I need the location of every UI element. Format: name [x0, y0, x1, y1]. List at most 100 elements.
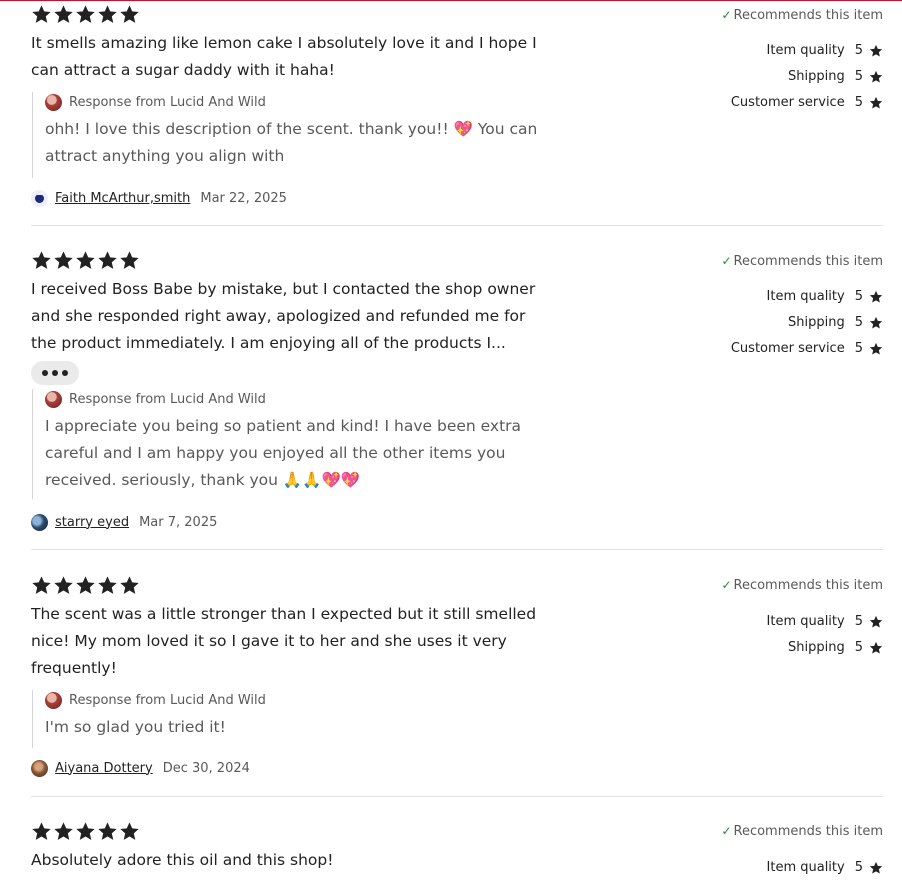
avatar — [31, 513, 48, 531]
divider — [31, 225, 883, 226]
rating-label: Customer service — [730, 95, 845, 110]
rating-value: 5 — [854, 69, 863, 84]
response-header: Response from Lucid And Wild — [45, 92, 552, 112]
rating-item-quality: Item quality 5 — [767, 859, 883, 877]
recommends-badge: ✓ Recommends this item — [721, 253, 883, 270]
divider — [31, 549, 883, 550]
response-label: Response from Lucid And Wild — [69, 391, 266, 407]
star-rating — [31, 575, 140, 597]
top-accent-line — [0, 0, 902, 1]
reviewer-info: starry eyed Mar 7, 2025 — [31, 513, 217, 531]
rating-label: Item quality — [766, 289, 845, 304]
star-icon — [98, 5, 117, 23]
rating-label: Shipping — [788, 69, 845, 84]
star-icon — [869, 44, 883, 57]
rating-value: 5 — [854, 95, 863, 110]
star-rating — [31, 4, 140, 26]
avatar — [31, 189, 48, 207]
rating-value: 5 — [854, 289, 863, 304]
star-icon — [32, 251, 51, 269]
star-icon — [54, 5, 73, 23]
star-icon — [76, 576, 95, 594]
review-text: I received Boss Babe by mistake, but I c… — [31, 280, 536, 352]
review-date: Mar 22, 2025 — [200, 190, 287, 206]
more-button[interactable] — [31, 361, 79, 385]
rating-label: Customer service — [730, 341, 845, 356]
star-icon — [869, 70, 883, 83]
rating-label: Item quality — [766, 860, 845, 875]
rating-label: Item quality — [766, 614, 845, 629]
response-label: Response from Lucid And Wild — [69, 94, 266, 110]
shop-avatar — [45, 93, 62, 111]
rating-value: 5 — [854, 640, 863, 655]
reviewer-name-link[interactable]: Aiyana Dottery — [55, 761, 153, 776]
rating-label: Item quality — [766, 43, 845, 58]
star-icon — [32, 576, 51, 594]
response-text: ohh! I love this description of the scen… — [45, 120, 538, 165]
star-icon — [98, 576, 117, 594]
shop-response: Response from Lucid And Wild I appreciat… — [32, 389, 552, 499]
rating-value: 5 — [854, 43, 863, 58]
star-icon — [54, 576, 73, 594]
review-date: Mar 7, 2025 — [139, 514, 218, 530]
review-card: Absolutely adore this oil and this shop!… — [31, 821, 883, 889]
response-header: Response from Lucid And Wild — [45, 690, 552, 710]
star-icon — [98, 822, 117, 840]
rating-value: 5 — [854, 341, 863, 356]
recommends-label: Recommends this item — [733, 254, 884, 269]
rating-shipping: Shipping 5 — [788, 639, 883, 657]
response-header: Response from Lucid And Wild — [45, 389, 552, 409]
review-card: It smells amazing like lemon cake I abso… — [31, 4, 883, 214]
star-icon — [76, 5, 95, 23]
check-icon: ✓ — [721, 824, 732, 838]
recommends-badge: ✓ Recommends this item — [721, 7, 883, 24]
star-icon — [869, 96, 883, 109]
rating-item-quality: Item quality 5 — [767, 613, 883, 631]
response-label: Response from Lucid And Wild — [69, 692, 266, 708]
star-icon — [120, 5, 139, 23]
recommends-label: Recommends this item — [733, 824, 884, 839]
review-card: I received Boss Babe by mistake, but I c… — [31, 250, 883, 535]
recommends-label: Recommends this item — [733, 8, 884, 23]
review-text: Absolutely adore this oil and this shop! — [31, 851, 334, 869]
check-icon: ✓ — [721, 254, 732, 268]
rating-value: 5 — [854, 860, 863, 875]
reviewer-name-link[interactable]: Faith McArthur,smith — [55, 191, 190, 206]
review-date: Dec 30, 2024 — [162, 760, 250, 776]
star-icon — [54, 822, 73, 840]
star-icon — [32, 822, 51, 840]
more-icon — [42, 370, 48, 376]
shop-avatar — [45, 390, 62, 408]
shop-response: Response from Lucid And Wild I'm so glad… — [32, 690, 552, 748]
review-card: The scent was a little stronger than I e… — [31, 575, 883, 780]
rating-customer-service: Customer service 5 — [731, 340, 883, 358]
star-icon — [869, 615, 883, 628]
rating-value: 5 — [854, 315, 863, 330]
divider — [31, 796, 883, 797]
star-icon — [32, 5, 51, 23]
review-text: It smells amazing like lemon cake I abso… — [31, 34, 537, 79]
shop-avatar — [45, 691, 62, 709]
check-icon: ✓ — [721, 578, 732, 592]
check-icon: ✓ — [721, 8, 732, 22]
rating-label: Shipping — [788, 315, 845, 330]
reviewer-name-link[interactable]: starry eyed — [55, 515, 129, 530]
recommends-badge: ✓ Recommends this item — [721, 823, 883, 840]
response-text: I'm so glad you tried it! — [45, 718, 226, 736]
shop-response: Response from Lucid And Wild ohh! I love… — [32, 92, 552, 178]
star-icon — [76, 822, 95, 840]
rating-customer-service: Customer service 5 — [731, 94, 883, 112]
star-rating — [31, 821, 140, 843]
recommends-label: Recommends this item — [733, 578, 884, 593]
reviewer-info: Aiyana Dottery Dec 30, 2024 — [31, 759, 250, 777]
star-icon — [76, 251, 95, 269]
star-icon — [869, 641, 883, 654]
rating-shipping: Shipping 5 — [788, 68, 883, 86]
star-rating — [31, 250, 140, 272]
response-text: I appreciate you being so patient and ki… — [45, 417, 522, 489]
recommends-badge: ✓ Recommends this item — [721, 577, 883, 594]
star-icon — [869, 290, 883, 303]
review-text: The scent was a little stronger than I e… — [31, 605, 537, 677]
rating-value: 5 — [854, 614, 863, 629]
star-icon — [120, 576, 139, 594]
